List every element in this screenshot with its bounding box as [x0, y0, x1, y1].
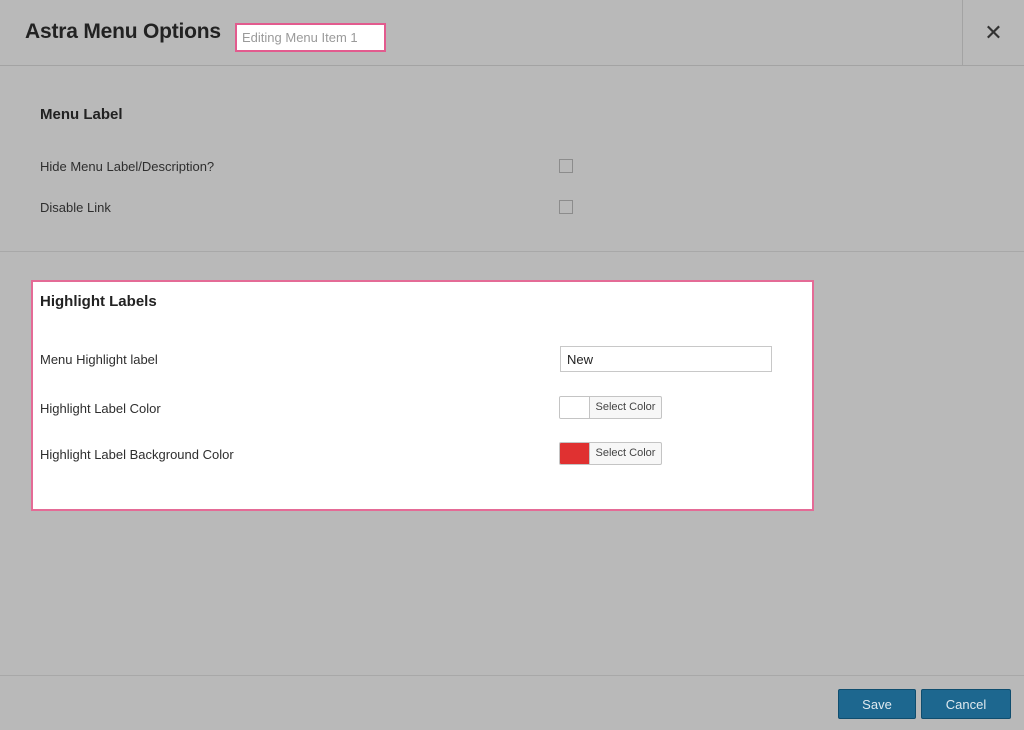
menu-highlight-label-text: Menu Highlight label: [40, 352, 158, 367]
select-color-button-label: Select Color: [595, 401, 656, 413]
highlight-label-bg-color-picker[interactable]: Select Color: [559, 442, 662, 465]
modal-title: Astra Menu Options: [25, 20, 221, 43]
menu-label-section-title: Menu Label: [40, 106, 123, 123]
disable-link-checkbox[interactable]: [559, 200, 573, 214]
highlight-labels-section-title: Highlight Labels: [40, 293, 157, 310]
menu-highlight-label-input[interactable]: New: [560, 346, 772, 372]
highlight-label-color-picker[interactable]: Select Color: [559, 396, 662, 419]
hide-menu-label-text: Hide Menu Label/Description?: [40, 159, 215, 174]
hide-menu-label-checkbox[interactable]: [559, 159, 573, 173]
highlight-label-bg-color-text: Highlight Label Background Color: [40, 447, 234, 462]
section-divider: [0, 251, 1024, 252]
cancel-button[interactable]: Cancel: [921, 689, 1011, 719]
modal-footer: Save Cancel: [0, 675, 1024, 730]
highlight-labels-panel: Highlight Labels Menu Highlight label Ne…: [31, 280, 814, 511]
editing-item-subtitle: Editing Menu Item 1: [235, 23, 386, 52]
modal-header: Astra Menu Options Editing Menu Item 1 ✕: [0, 0, 1024, 66]
close-icon: ✕: [984, 19, 1003, 45]
highlight-label-color-text: Highlight Label Color: [40, 401, 161, 416]
color-swatch: [560, 397, 590, 418]
disable-link-text: Disable Link: [40, 200, 111, 215]
close-button[interactable]: ✕: [962, 0, 1024, 65]
color-swatch: [560, 443, 590, 464]
select-color-button-label: Select Color: [595, 447, 656, 459]
save-button[interactable]: Save: [838, 689, 916, 719]
